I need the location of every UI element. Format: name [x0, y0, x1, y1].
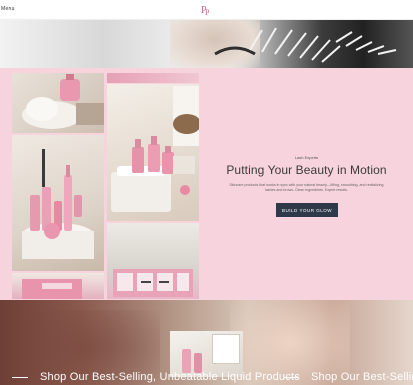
marquee-divider — [12, 377, 28, 378]
photo-pink-bottle-on-cloud — [12, 73, 104, 133]
lash-illustration-icon — [214, 27, 397, 63]
brand-logo-icon: P P — [201, 5, 210, 17]
photo-pink-packaging-strip — [107, 73, 199, 83]
hero-banner-image — [0, 20, 413, 68]
marquee-text: Shop Our Best-Selling — [311, 371, 413, 383]
menu-label[interactable]: Menu — [1, 6, 15, 12]
section-headline: Putting Your Beauty in Motion — [226, 163, 387, 177]
photo-lash-kits — [107, 223, 199, 299]
section-eyebrow: Lash Experts — [294, 155, 319, 160]
photo-pink-box — [12, 273, 104, 299]
window-detail — [212, 334, 240, 364]
promo-marquee[interactable]: Shop Our Best-Selling, Unbeatable Liquid… — [0, 369, 413, 385]
brand-logo[interactable]: P P — [198, 2, 214, 18]
marquee-divider — [284, 377, 298, 378]
build-your-glow-button[interactable]: BUILD YOUR GLOW — [276, 203, 338, 217]
photo-serums-on-pedestal — [107, 84, 199, 221]
svg-text:P: P — [205, 8, 210, 17]
site-header: Menu P P — [0, 0, 413, 20]
marquee-text: Shop Our Best-Selling, Unbeatable Liquid… — [40, 371, 300, 383]
photo-products-on-stand — [12, 135, 104, 271]
section-description: Skincare products that works in sync wit… — [229, 183, 384, 192]
